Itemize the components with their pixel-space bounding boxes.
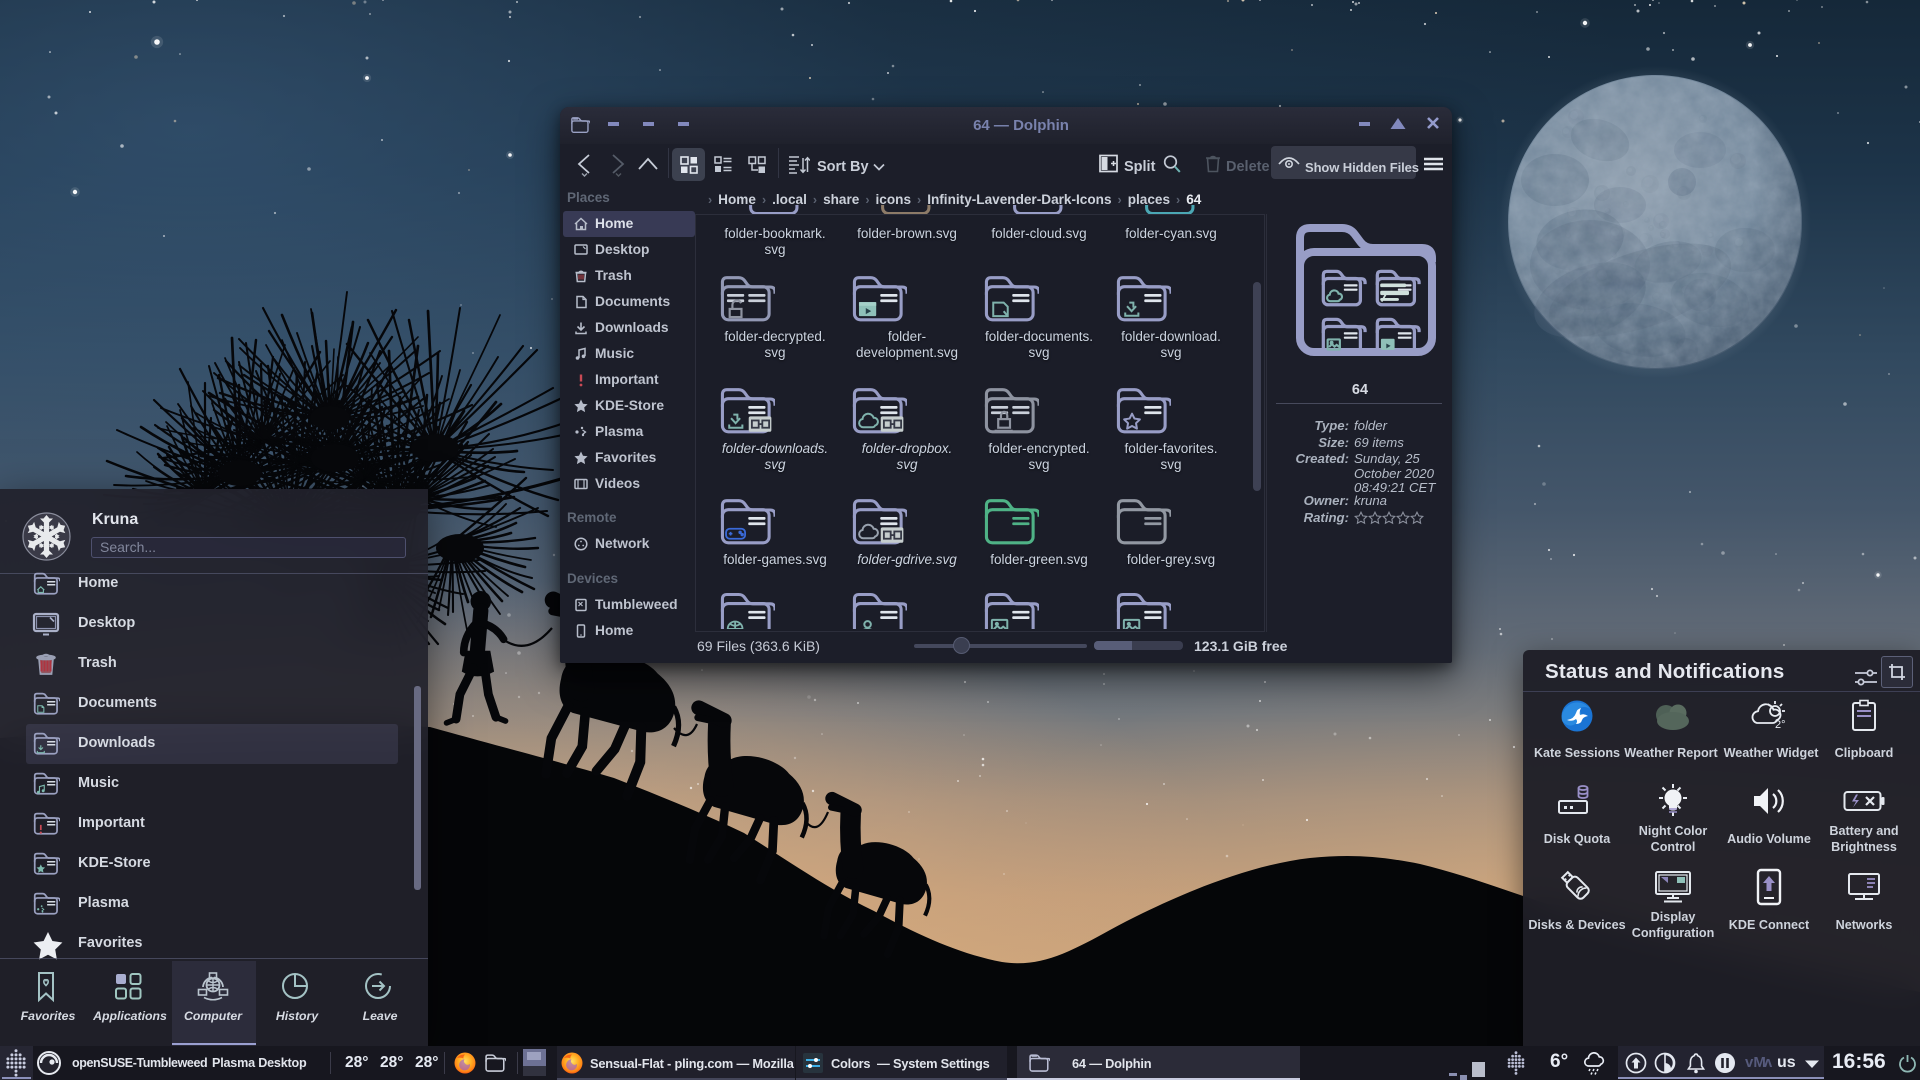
svg-text:2°: 2° xyxy=(1775,719,1786,731)
